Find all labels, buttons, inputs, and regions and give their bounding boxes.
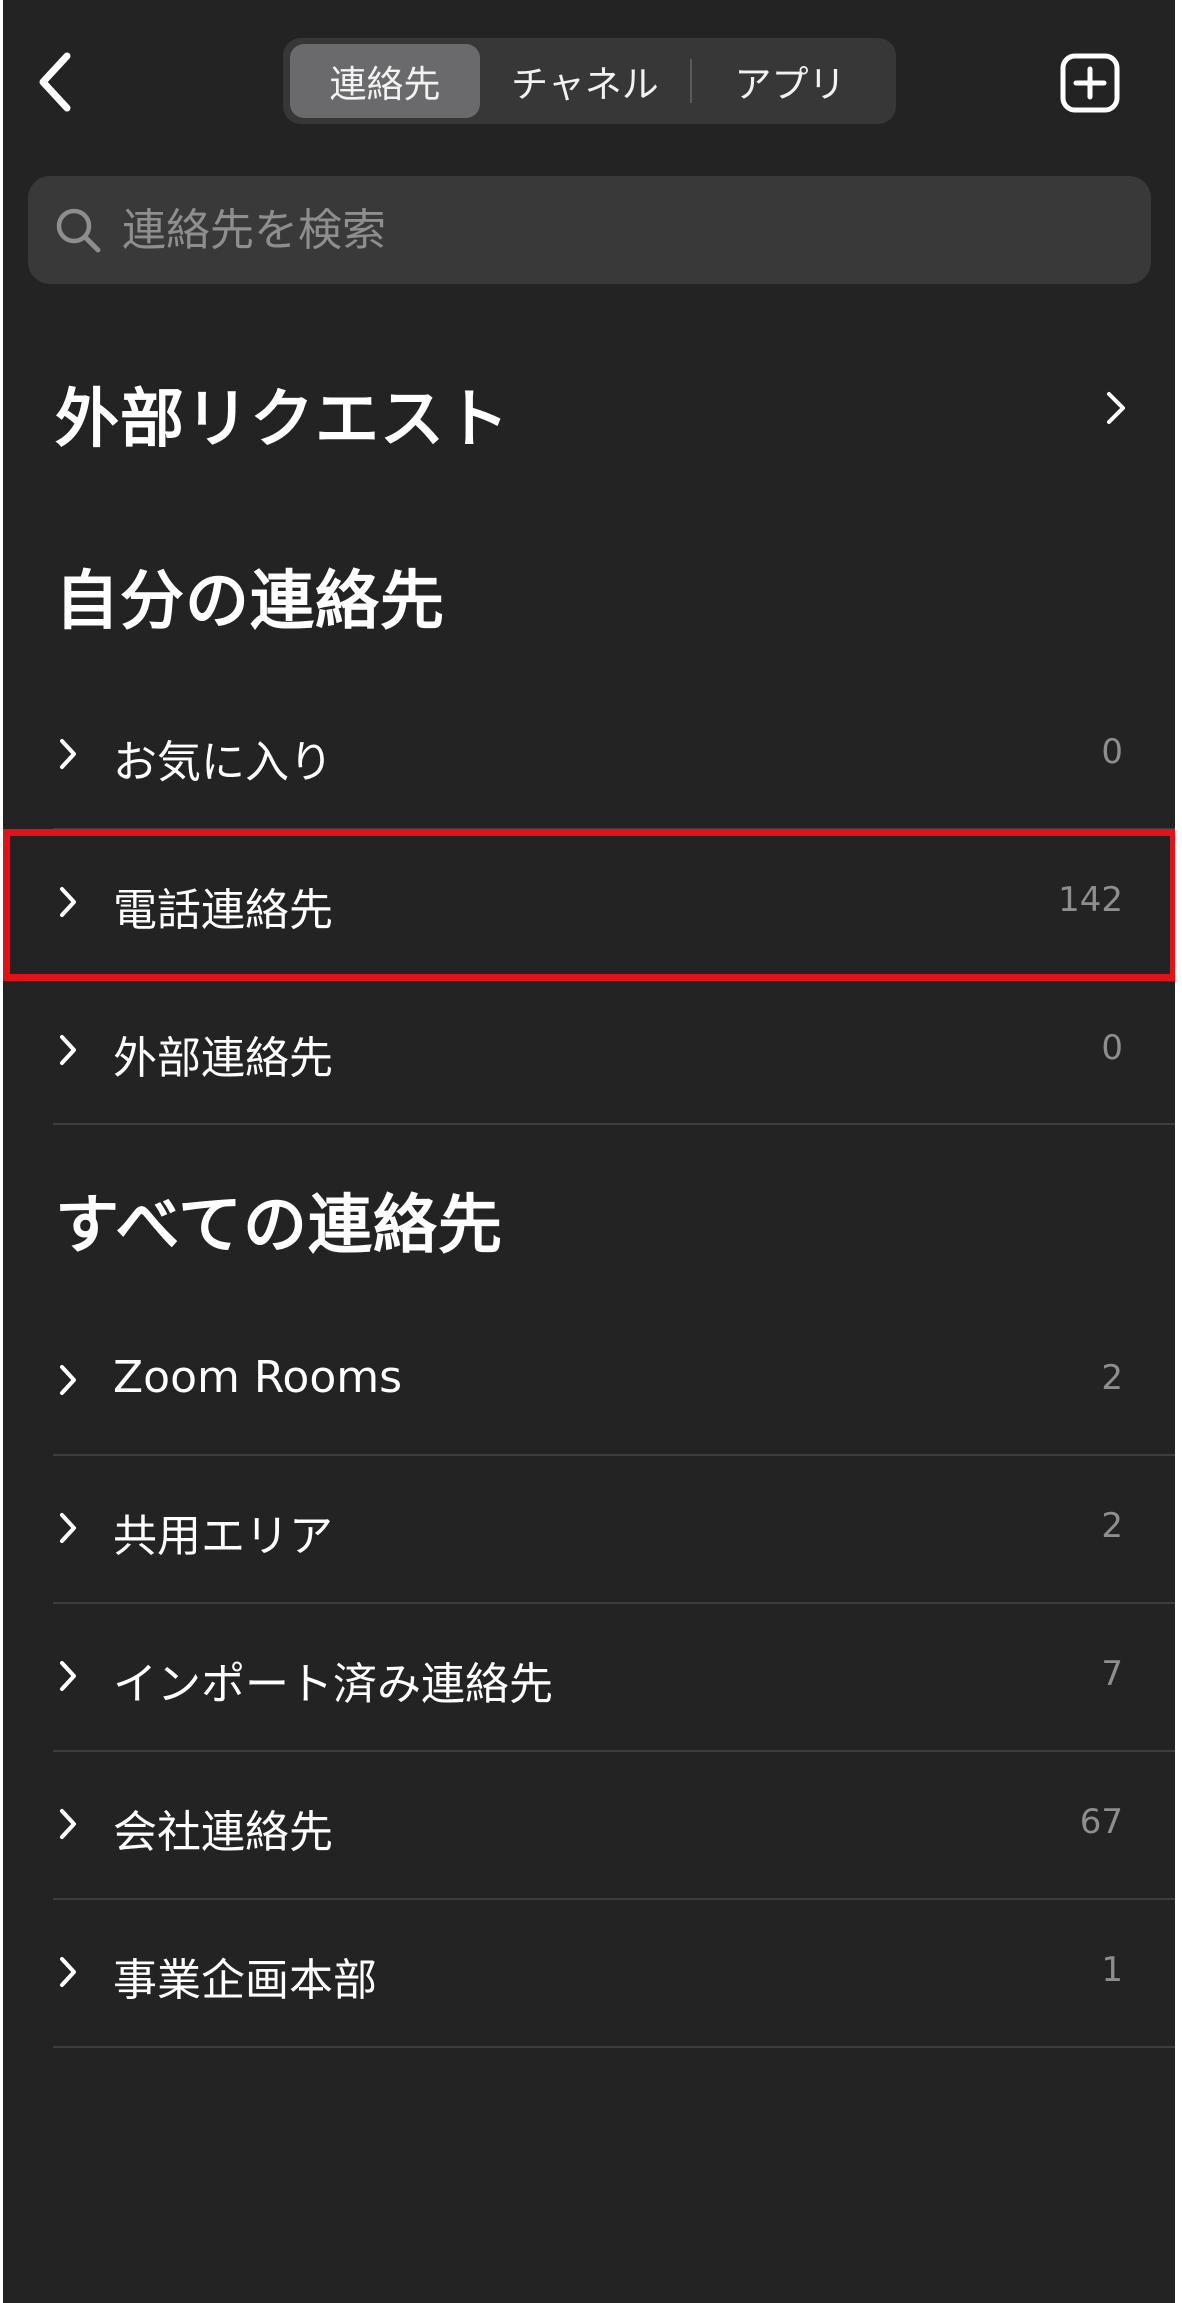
list-item-label: インポート済み連絡先 bbox=[113, 1659, 553, 1710]
list-item-count: 0 bbox=[1101, 1028, 1123, 1068]
plus-square-icon bbox=[1060, 53, 1120, 113]
list-item-imported-contacts[interactable]: インポート済み連絡先 7 bbox=[3, 1604, 1175, 1752]
tab-apps[interactable]: アプリ bbox=[692, 44, 888, 118]
chevron-right-icon bbox=[60, 1661, 76, 1691]
list-item-label: 会社連絡先 bbox=[113, 1807, 333, 1858]
chevron-right-icon bbox=[60, 1513, 76, 1543]
external-requests-title: 外部リクエスト bbox=[55, 383, 510, 457]
chevron-right-icon bbox=[60, 739, 76, 769]
list-item-label: 外部連絡先 bbox=[113, 1033, 333, 1084]
list-item-external-contacts[interactable]: 外部連絡先 0 bbox=[3, 978, 1175, 1126]
list-item-count: 67 bbox=[1079, 1802, 1123, 1842]
list-item-label: 事業企画本部 bbox=[113, 1955, 377, 2006]
all-contacts-title: すべての連絡先 bbox=[55, 1189, 503, 1263]
list-item-shared-areas[interactable]: 共用エリア 2 bbox=[3, 1456, 1175, 1604]
contacts-screen: 連絡先 チャネル アプリ 外部リクエスト 自分の連絡先 お気に入り 0 bbox=[3, 0, 1175, 2303]
list-item-business-planning[interactable]: 事業企画本部 1 bbox=[3, 1900, 1175, 2048]
list-item-phone-contacts[interactable]: 電話連絡先 142 bbox=[3, 830, 1175, 978]
chevron-left-icon bbox=[39, 52, 71, 112]
tab-channels[interactable]: チャネル bbox=[480, 44, 690, 118]
chevron-right-icon bbox=[60, 1035, 76, 1065]
search-bar[interactable] bbox=[28, 176, 1151, 284]
tab-contacts[interactable]: 連絡先 bbox=[290, 44, 480, 118]
list-item-label: お気に入り bbox=[113, 737, 333, 788]
list-item-label: 電話連絡先 bbox=[113, 885, 333, 936]
row-divider bbox=[53, 2046, 1175, 2048]
list-item-label: Zoom Rooms bbox=[113, 1352, 403, 1403]
chevron-right-icon bbox=[60, 1957, 76, 1987]
chevron-right-icon bbox=[60, 1365, 76, 1395]
top-tab-switcher: 連絡先 チャネル アプリ bbox=[283, 38, 896, 124]
list-item-count: 142 bbox=[1058, 880, 1123, 920]
list-item-company-contacts[interactable]: 会社連絡先 67 bbox=[3, 1752, 1175, 1900]
chevron-right-icon bbox=[60, 887, 76, 917]
list-item-count: 2 bbox=[1101, 1506, 1123, 1546]
row-divider bbox=[53, 1123, 1175, 1125]
back-button[interactable] bbox=[25, 44, 85, 120]
my-contacts-title: 自分の連絡先 bbox=[55, 565, 445, 639]
list-item-label: 共用エリア bbox=[113, 1511, 333, 1562]
list-item-favorites[interactable]: お気に入り 0 bbox=[3, 682, 1175, 830]
search-input[interactable] bbox=[120, 203, 1074, 257]
list-item-count: 0 bbox=[1101, 732, 1123, 772]
chevron-right-icon bbox=[60, 1809, 76, 1839]
list-item-count: 7 bbox=[1101, 1654, 1123, 1694]
chevron-right-icon bbox=[1107, 392, 1125, 424]
add-button[interactable] bbox=[1059, 52, 1121, 114]
list-item-count: 2 bbox=[1101, 1358, 1123, 1398]
list-item-zoom-rooms[interactable]: Zoom Rooms 2 bbox=[3, 1308, 1175, 1456]
list-item-count: 1 bbox=[1101, 1950, 1123, 1990]
search-icon bbox=[56, 208, 101, 253]
external-requests-row[interactable]: 外部リクエスト bbox=[33, 340, 1163, 470]
